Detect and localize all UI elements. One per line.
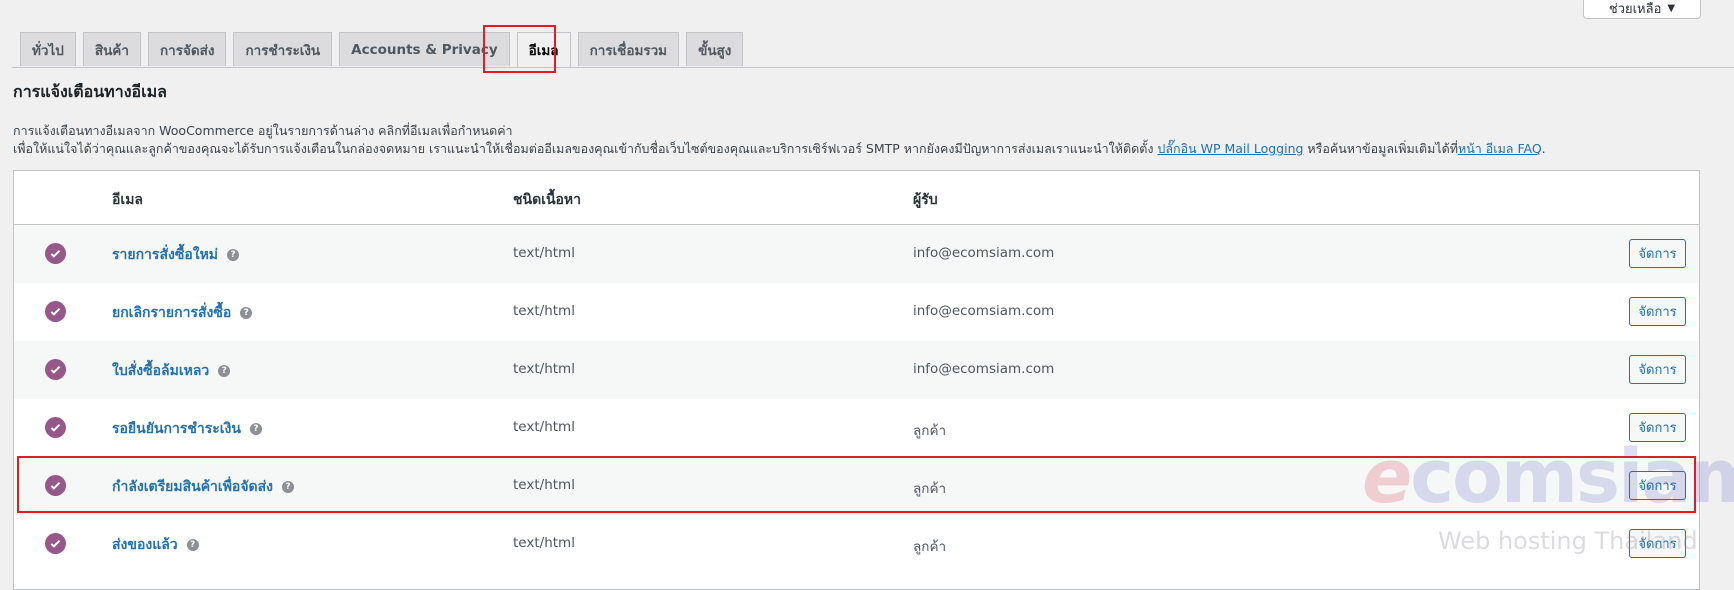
table-row: รอยืนยันการชำระเงิน? text/html ลูกค้า จั…: [14, 399, 1699, 457]
help-tip-icon[interactable]: ?: [227, 249, 240, 261]
table-row: รายการสั่งซื้อใหม่? text/html info@ecoms…: [14, 225, 1699, 283]
manage-button[interactable]: จัดการ: [1629, 413, 1686, 442]
table-row: กำลังเตรียมสินค้าเพื่อจัดส่ง? text/html …: [14, 457, 1699, 515]
tabs-divider: [12, 67, 1734, 68]
recipient: ลูกค้า: [913, 423, 947, 439]
manage-button[interactable]: จัดการ: [1629, 355, 1686, 384]
help-tip-icon[interactable]: ?: [218, 365, 231, 377]
settings-tabs: ทั่วไป สินค้า การจัดส่ง การชำระเงิน Acco…: [20, 32, 1734, 67]
table-header: อีเมล ชนิดเนื้อหา ผู้รับ: [14, 171, 1699, 225]
enabled-check-icon: [45, 243, 66, 264]
content-type: text/html: [513, 419, 575, 435]
email-name-link[interactable]: รายการสั่งซื้อใหม่?: [112, 244, 240, 266]
tab-emails[interactable]: อีเมล: [516, 32, 571, 67]
content-type: text/html: [513, 361, 575, 377]
help-button[interactable]: ช่วยเหลือ ▼: [1583, 0, 1701, 19]
email-name-link[interactable]: ส่งของแล้ว?: [112, 534, 199, 556]
desc-text: .: [1541, 141, 1546, 156]
page-description: การแจ้งเตือนทางอีเมลจาก WooCommerce อยู่…: [13, 123, 513, 138]
email-name: ยกเลิกรายการสั่งซื้อ: [112, 305, 232, 321]
page-description-deliverability: เพื่อให้แน่ใจได้ว่าคุณและลูกค้าของคุณจะไ…: [13, 139, 1546, 159]
help-tip-icon[interactable]: ?: [282, 481, 295, 493]
col-header-recipient: ผู้รับ: [913, 192, 938, 208]
content-type: text/html: [513, 303, 575, 319]
wp-mail-logging-link[interactable]: ปลั๊กอิน WP Mail Logging: [1157, 141, 1303, 156]
email-name-link[interactable]: ใบสั่งซื้อล้มเหลว?: [112, 360, 231, 382]
tab-integration[interactable]: การเชื่อมรวม: [577, 32, 680, 66]
content-type: text/html: [513, 535, 575, 551]
recipient: info@ecomsiam.com: [913, 303, 1055, 319]
help-label: ช่วยเหลือ: [1608, 1, 1662, 17]
email-name-link[interactable]: รอยืนยันการชำระเงิน?: [112, 418, 262, 440]
email-name: รายการสั่งซื้อใหม่: [112, 247, 219, 263]
recipient: ลูกค้า: [913, 481, 947, 497]
recipient: ลูกค้า: [913, 539, 947, 555]
table-row: ยกเลิกรายการสั่งซื้อ? text/html info@eco…: [14, 283, 1699, 341]
enabled-check-icon: [45, 301, 66, 322]
table-row: ใบสั่งซื้อล้มเหลว? text/html info@ecomsi…: [14, 341, 1699, 399]
manage-button[interactable]: จัดการ: [1629, 297, 1686, 326]
manage-button[interactable]: จัดการ: [1629, 471, 1686, 500]
tab-payments[interactable]: การชำระเงิน: [233, 32, 333, 66]
help-tip-icon[interactable]: ?: [240, 307, 253, 319]
tab-shipping[interactable]: การจัดส่ง: [147, 32, 227, 66]
manage-button[interactable]: จัดการ: [1629, 529, 1686, 558]
email-name: ใบสั่งซื้อล้มเหลว: [112, 363, 210, 379]
page-title: การแจ้งเตือนทางอีเมล: [13, 82, 167, 101]
email-name: กำลังเตรียมสินค้าเพื่อจัดส่ง: [112, 479, 274, 495]
email-name-link[interactable]: กำลังเตรียมสินค้าเพื่อจัดส่ง?: [112, 476, 295, 498]
email-notifications-table: อีเมล ชนิดเนื้อหา ผู้รับ รายการสั่งซื้อใ…: [13, 170, 1700, 590]
desc-text: หรือค้นหาข้อมูลเพิ่มเติมได้ที่: [1303, 141, 1459, 156]
enabled-check-icon: [45, 417, 66, 438]
col-header-email: อีเมล: [112, 192, 144, 208]
col-header-content-type: ชนิดเนื้อหา: [513, 192, 582, 208]
enabled-check-icon: [45, 475, 66, 496]
email-name: รอยืนยันการชำระเงิน: [112, 421, 241, 437]
recipient: info@ecomsiam.com: [913, 245, 1055, 261]
email-faq-link[interactable]: หน้า อีเมล FAQ: [1458, 141, 1542, 156]
tab-advanced[interactable]: ขั้นสูง: [686, 32, 744, 66]
tab-products[interactable]: สินค้า: [82, 32, 141, 66]
help-tip-icon[interactable]: ?: [249, 423, 262, 435]
content-type: text/html: [513, 477, 575, 493]
email-name-link[interactable]: ยกเลิกรายการสั่งซื้อ?: [112, 302, 253, 324]
help-tip-icon[interactable]: ?: [186, 539, 199, 551]
email-name: ส่งของแล้ว: [112, 537, 178, 553]
caret-down-icon: ▼: [1667, 2, 1676, 14]
recipient: info@ecomsiam.com: [913, 361, 1055, 377]
enabled-check-icon: [45, 533, 66, 554]
enabled-check-icon: [45, 359, 66, 380]
tab-accounts-privacy[interactable]: Accounts & Privacy: [339, 32, 510, 66]
tab-general[interactable]: ทั่วไป: [20, 32, 76, 66]
content-type: text/html: [513, 245, 575, 261]
manage-button[interactable]: จัดการ: [1629, 239, 1686, 268]
table-row: ส่งของแล้ว? text/html ลูกค้า จัดการ: [14, 515, 1699, 573]
desc-text: เพื่อให้แน่ใจได้ว่าคุณและลูกค้าของคุณจะไ…: [13, 141, 1158, 156]
